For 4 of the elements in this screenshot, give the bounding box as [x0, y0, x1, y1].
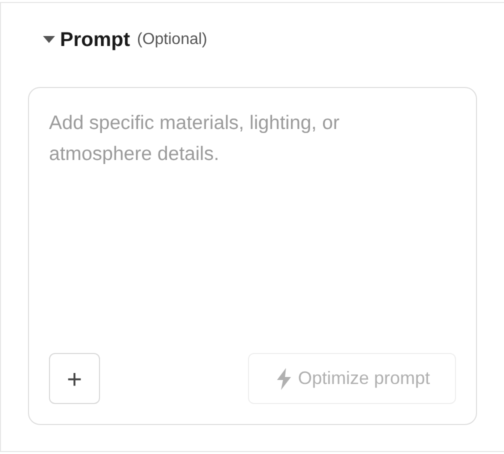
caret-icon[interactable]: [43, 36, 55, 44]
add-button[interactable]: +: [49, 353, 100, 404]
optional-label: (Optional): [137, 30, 208, 50]
section-title: Prompt: [60, 28, 130, 53]
